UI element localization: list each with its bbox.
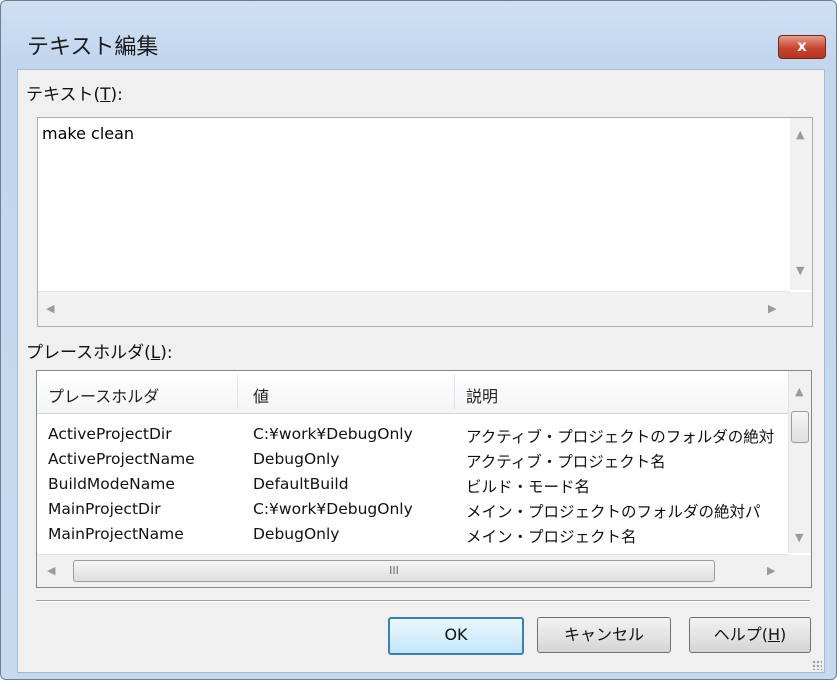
placeholder-list[interactable]: プレースホルダ 値 説明 ActiveProjectDir C:¥work¥De… [36, 370, 812, 588]
text-label: テキスト(T): [26, 85, 123, 105]
table-row[interactable]: MainProjectName DebugOnly メイン・プロジェクト名 [37, 525, 789, 549]
scroll-up-icon[interactable]: ▲ [796, 128, 804, 141]
column-divider[interactable] [237, 375, 238, 409]
horizontal-scroll-thumb[interactable]: III [73, 560, 715, 582]
text-editor[interactable]: make clean ▲ ▼ ◀ ▶ [37, 117, 813, 327]
grip-icon: III [389, 564, 399, 577]
table-row[interactable]: MainProjectDir C:¥work¥DebugOnly メイン・プロジ… [37, 500, 789, 524]
vertical-scroll-thumb[interactable] [791, 411, 809, 443]
placeholder-label: プレースホルダ(L): [26, 343, 173, 363]
text-label-accesskey: T [100, 85, 111, 105]
dialog-title: テキスト編集 [27, 35, 159, 60]
cancel-button[interactable]: キャンセル [537, 617, 671, 653]
close-icon: x [797, 37, 807, 55]
table-row[interactable]: BuildModeName DefaultBuild ビルド・モード名 [37, 475, 789, 499]
table-row[interactable]: ActiveProjectDir C:¥work¥DebugOnly アクティブ… [37, 425, 789, 449]
text-editor-content[interactable]: make clean [42, 124, 134, 143]
list-rows: ActiveProjectDir C:¥work¥DebugOnly アクティブ… [37, 413, 789, 553]
help-accesskey: H [767, 625, 781, 644]
help-button[interactable]: ヘルプ(H) [689, 617, 811, 653]
ok-button[interactable]: OK [388, 617, 524, 655]
close-button[interactable]: x [778, 35, 826, 59]
dialog-window: テキスト編集 x テキスト(T): make clean ▲ ▼ ◀ ▶ プレー… [0, 0, 837, 680]
scroll-down-icon[interactable]: ▼ [795, 531, 803, 544]
scrollbar-corner [790, 292, 812, 326]
scroll-down-icon[interactable]: ▼ [796, 264, 804, 277]
list-header: プレースホルダ 値 説明 [37, 371, 789, 414]
separator [36, 600, 810, 602]
text-vertical-scrollbar[interactable]: ▲ ▼ [790, 118, 812, 290]
scroll-left-icon[interactable]: ◀ [46, 302, 54, 315]
scroll-up-icon[interactable]: ▲ [795, 385, 803, 398]
resize-grip-icon[interactable] [812, 660, 822, 670]
text-horizontal-scrollbar[interactable]: ◀ ▶ [38, 291, 790, 326]
scroll-left-icon[interactable]: ◀ [47, 564, 55, 577]
column-header-placeholder[interactable]: プレースホルダ [48, 383, 159, 407]
table-row[interactable]: ActiveProjectName DebugOnly アクティブ・プロジェクト… [37, 450, 789, 474]
list-vertical-scrollbar[interactable]: ▲ ▼ [788, 371, 811, 553]
placeholder-label-accesskey: L [150, 343, 161, 363]
scroll-right-icon[interactable]: ▶ [768, 302, 776, 315]
scrollbar-corner [789, 555, 811, 587]
column-divider[interactable] [454, 375, 455, 409]
scroll-right-icon[interactable]: ▶ [767, 564, 775, 577]
list-horizontal-scrollbar[interactable]: ◀ III ▶ [37, 554, 789, 587]
column-header-description[interactable]: 説明 [466, 383, 498, 407]
column-header-value[interactable]: 値 [253, 383, 269, 407]
dialog-body: テキスト(T): make clean ▲ ▼ ◀ ▶ プレースホルダ(L): … [17, 69, 825, 673]
